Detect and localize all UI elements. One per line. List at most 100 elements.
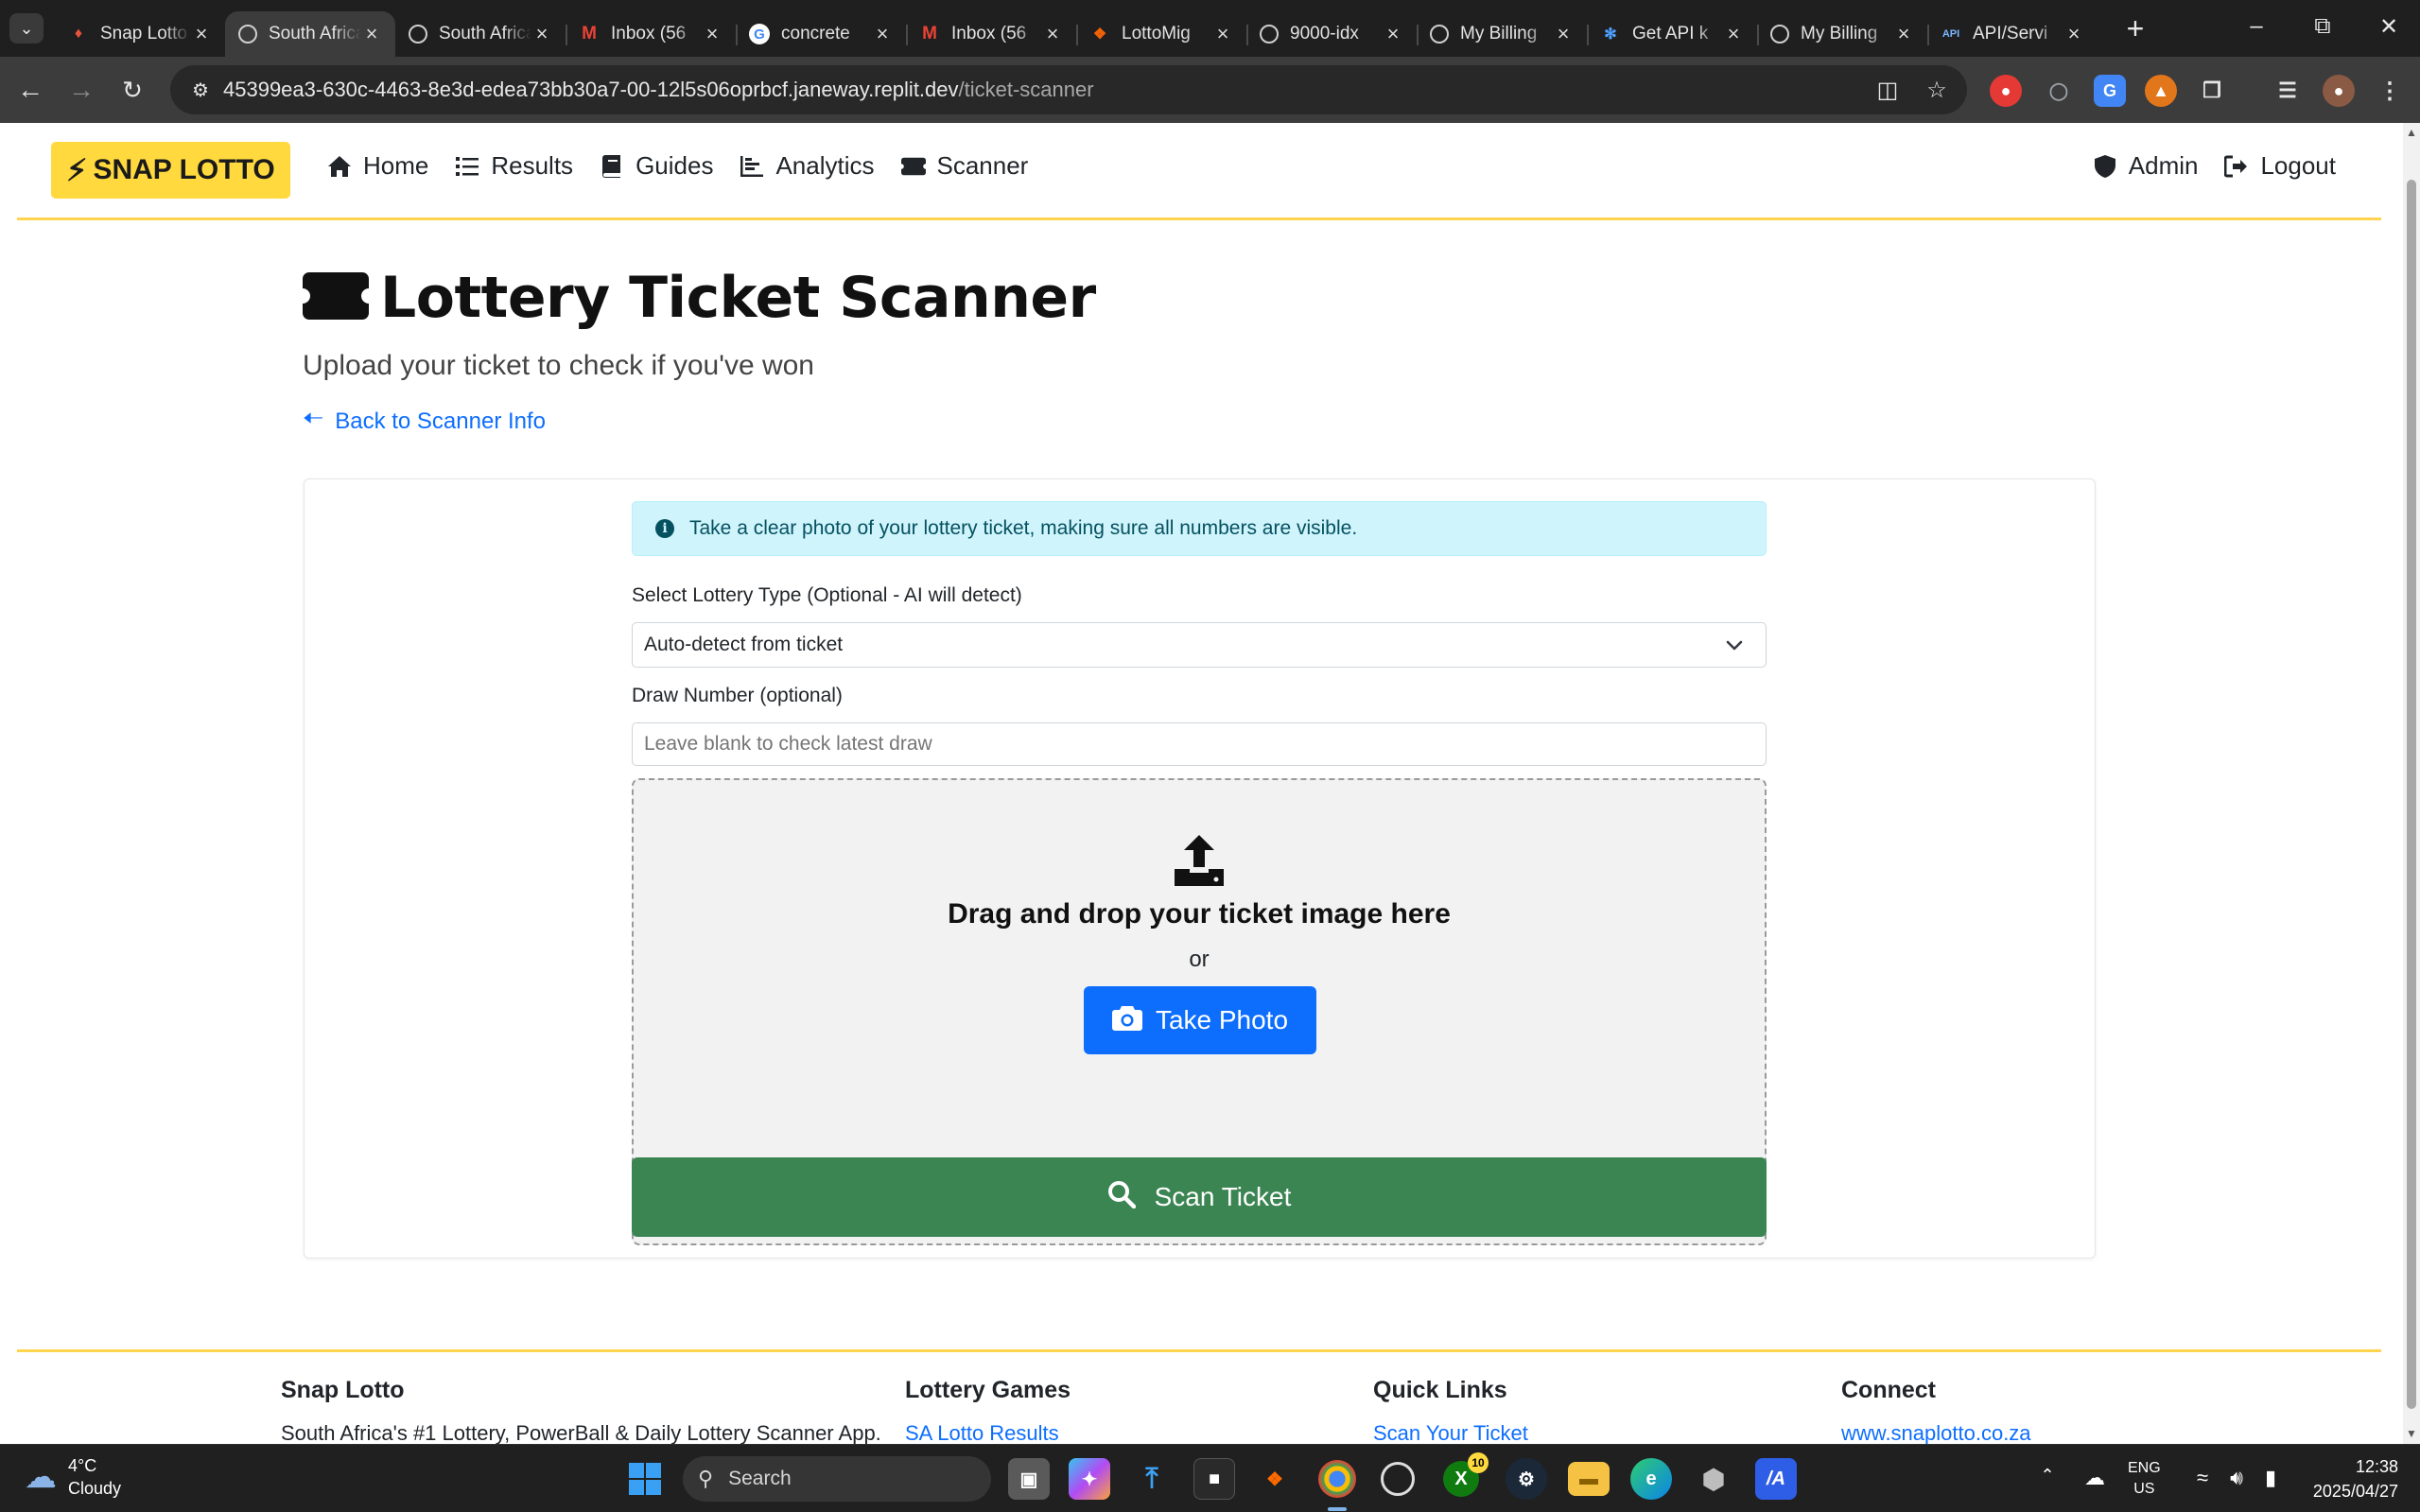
chevron-up-icon[interactable]: ⌃ — [2033, 1466, 2062, 1486]
bookmark-star-icon[interactable]: ☆ — [1922, 75, 1952, 105]
extensions-puzzle-icon[interactable]: ❒ — [2196, 75, 2228, 107]
app-cube-icon[interactable]: ⬢ — [1693, 1458, 1734, 1500]
snap-lotto-favicon-icon: ♦ — [74, 26, 83, 42]
scrollbar-thumb[interactable] — [2407, 180, 2416, 1409]
browser-tab[interactable]: ♦ Snap Lotto × — [55, 11, 225, 57]
browser-tab[interactable]: M Inbox (56 × — [566, 11, 736, 57]
profile-avatar[interactable]: ● — [2323, 75, 2355, 107]
browser-tab[interactable]: My Billing × — [1757, 11, 1927, 57]
back-arrow-icon[interactable]: ← — [11, 71, 49, 109]
browser-tab[interactable]: M Inbox (56 × — [906, 11, 1076, 57]
taskbar-search-label: Search — [728, 1468, 792, 1489]
vscode-icon[interactable]: ⤒ — [1131, 1458, 1173, 1500]
close-icon[interactable]: × — [1723, 22, 1744, 46]
close-icon[interactable]: × — [872, 22, 893, 46]
close-icon[interactable]: × — [1042, 22, 1063, 46]
brand-logo[interactable]: ⚡︎ SNAP LOTTO — [51, 142, 290, 199]
system-clock[interactable]: 12:38 2025/04/27 — [2304, 1454, 2398, 1503]
browser-tab[interactable]: My Billing × — [1417, 11, 1587, 57]
nav-results[interactable]: Results — [455, 151, 573, 181]
app-orange-icon[interactable]: ❖ — [1254, 1458, 1296, 1500]
back-to-scanner-info-link[interactable]: 🠠 Back to Scanner Info — [303, 401, 546, 443]
extension-circle-icon[interactable]: ◯ — [2043, 75, 2075, 107]
task-view-icon[interactable]: ▣ — [1008, 1458, 1050, 1500]
steam-icon[interactable]: ⚙ — [1506, 1458, 1547, 1500]
site-info-icon[interactable]: ⚙ — [185, 75, 216, 105]
media-controls-icon[interactable]: ☰ — [2272, 75, 2304, 107]
google-translate-icon[interactable]: G — [2094, 75, 2126, 107]
volume-icon[interactable]: 🔊︎ — [2222, 1466, 2251, 1490]
copilot-icon[interactable]: ✦ — [1069, 1458, 1110, 1500]
restore-button[interactable]: ⧉ — [2294, 6, 2351, 47]
extension-shield-icon[interactable]: ● — [1990, 75, 2022, 107]
edge-icon[interactable]: e — [1630, 1458, 1672, 1500]
scan-ticket-button[interactable]: Scan Ticket — [632, 1157, 1767, 1237]
address-bar[interactable]: ⚙ 45399ea3-630c-4463-8e3d-edea73bb30a7-0… — [170, 65, 1967, 114]
github-favicon-icon — [1770, 25, 1789, 43]
chrome-icon[interactable] — [1318, 1460, 1356, 1498]
scroll-up-icon[interactable]: ▲ — [2406, 127, 2417, 138]
forward-arrow-icon[interactable]: → — [62, 71, 100, 109]
close-icon[interactable]: × — [1893, 22, 1914, 46]
browser-tab[interactable]: ❖ LottoMig × — [1076, 11, 1246, 57]
ticket-icon — [900, 154, 926, 179]
browser-tab[interactable]: ✻ Get API k × — [1587, 11, 1757, 57]
footer-sa-lotto-link[interactable]: SA Lotto Results — [905, 1421, 1071, 1444]
close-icon[interactable]: × — [1383, 22, 1403, 46]
close-icon[interactable]: × — [702, 22, 723, 46]
footer-scan-ticket-link[interactable]: Scan Your Ticket — [1373, 1421, 1528, 1444]
scroll-down-icon[interactable]: ▼ — [2406, 1428, 2417, 1439]
onedrive-cloud-icon[interactable]: ☁ — [2081, 1466, 2109, 1490]
browser-tab[interactable]: South Africa × — [395, 11, 566, 57]
tab-search-button[interactable]: ⌄ — [9, 13, 44, 43]
nav-guides[interactable]: Guides — [600, 151, 713, 181]
take-photo-button[interactable]: Take Photo — [1084, 986, 1316, 1054]
nav-scanner[interactable]: Scanner — [900, 151, 1029, 181]
nav-scanner-label: Scanner — [936, 151, 1029, 180]
weather-condition: Cloudy — [68, 1479, 122, 1498]
nav-analytics[interactable]: Analytics — [740, 151, 875, 181]
install-app-icon[interactable]: ◫ — [1872, 75, 1903, 105]
weather-widget[interactable]: ☁ 4°C Cloudy — [25, 1454, 121, 1500]
taskbar-search[interactable]: ⚲ Search — [683, 1456, 991, 1502]
obs-icon[interactable] — [1381, 1462, 1415, 1496]
globe-favicon-icon — [238, 25, 257, 43]
minimize-button[interactable]: – — [2228, 6, 2285, 47]
browser-tab[interactable]: API API/Servi × — [1927, 11, 2098, 57]
page-scrollbar[interactable]: ▲ ▼ — [2403, 123, 2420, 1444]
kebab-menu-icon[interactable]: ⋮ — [2374, 75, 2406, 107]
footer-website-link[interactable]: www.snaplotto.co.za — [1841, 1421, 2031, 1444]
close-icon[interactable]: × — [2063, 22, 2084, 46]
footer-connect-title: Connect — [1841, 1377, 1936, 1403]
back-link-label: Back to Scanner Info — [335, 408, 547, 434]
nav-admin[interactable]: Admin — [2093, 151, 2198, 181]
url-text[interactable]: 45399ea3-630c-4463-8e3d-edea73bb30a7-00-… — [223, 78, 1094, 102]
close-icon[interactable]: × — [361, 22, 382, 46]
browser-tab-active[interactable]: South Africa × — [225, 11, 395, 57]
language-indicator[interactable]: ENG US — [2128, 1458, 2161, 1500]
app-blue-icon[interactable]: /A — [1755, 1458, 1797, 1500]
close-window-button[interactable]: ✕ — [2360, 6, 2417, 47]
close-icon[interactable]: × — [531, 22, 552, 46]
file-explorer-icon[interactable]: ▬ — [1568, 1462, 1610, 1496]
nav-home[interactable]: Home — [327, 151, 428, 181]
battery-icon[interactable]: ▮ — [2256, 1466, 2285, 1490]
bolt-icon: ⚡︎ — [66, 153, 88, 187]
app-dark-icon[interactable]: ■ — [1193, 1458, 1235, 1500]
nav-logout[interactable]: Logout — [2224, 151, 2336, 181]
draw-number-input[interactable] — [632, 722, 1767, 766]
metamask-icon[interactable]: ▲ — [2145, 75, 2177, 107]
dropzone-or: or — [1189, 947, 1210, 972]
windows-start-icon[interactable] — [624, 1458, 666, 1500]
wifi-icon[interactable]: ≈ — [2188, 1466, 2217, 1490]
browser-tab[interactable]: 9000-idx × — [1246, 11, 1417, 57]
browser-tab[interactable]: G concrete × — [736, 11, 906, 57]
close-icon[interactable]: × — [1212, 22, 1233, 46]
page-viewport: ⚡︎ SNAP LOTTO Home Results Guides Analyt… — [0, 123, 2403, 1444]
lottery-type-select[interactable]: Auto-detect from ticket — [632, 622, 1767, 668]
replit-favicon-icon: ❖ — [1092, 26, 1107, 43]
close-icon[interactable]: × — [191, 22, 212, 46]
new-tab-button[interactable]: + — [2116, 9, 2154, 47]
close-icon[interactable]: × — [1553, 22, 1574, 46]
reload-icon[interactable]: ↻ — [113, 71, 151, 109]
